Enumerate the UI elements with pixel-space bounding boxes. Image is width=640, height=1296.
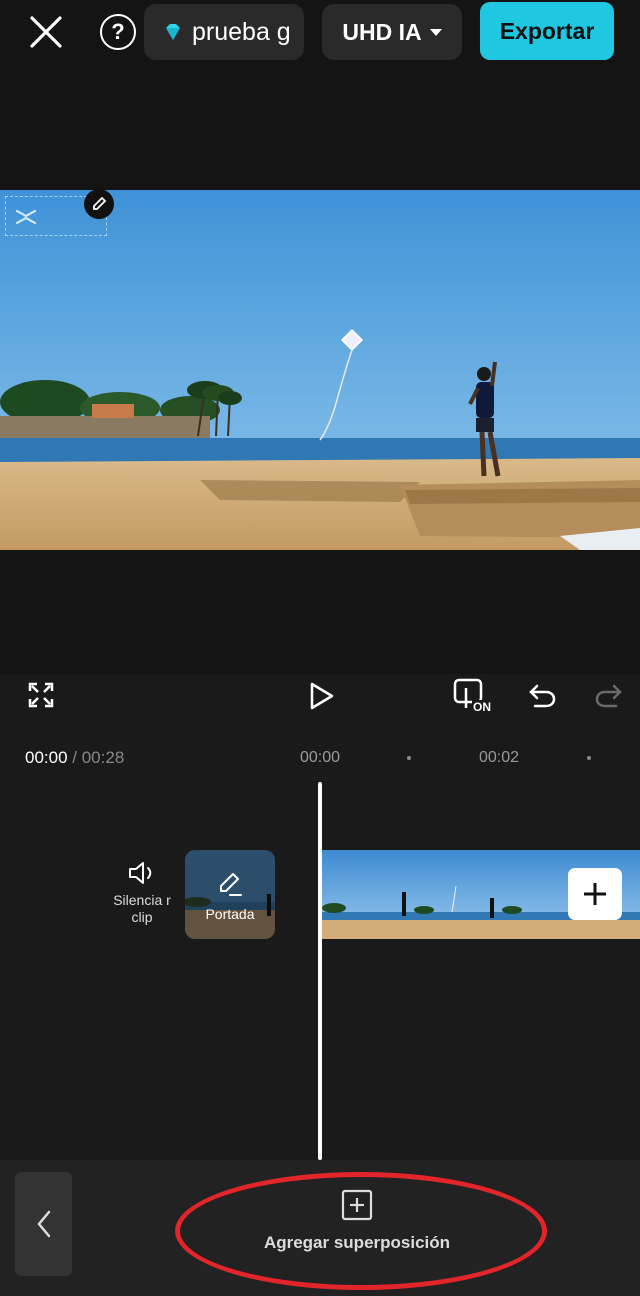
total-time: / 00:28	[72, 748, 125, 767]
play-button[interactable]	[305, 680, 337, 712]
back-button[interactable]	[15, 1172, 72, 1276]
chevron-left-icon	[36, 1210, 50, 1238]
add-clip-button[interactable]	[568, 868, 622, 920]
quality-label: UHD IA	[342, 18, 422, 45]
speaker-icon	[129, 862, 152, 884]
cover-label: Portada	[205, 906, 255, 922]
help-button[interactable]: ?	[100, 14, 136, 50]
play-icon	[310, 682, 334, 710]
time-display: 00:00 / 00:28	[25, 748, 124, 768]
pencil-icon	[93, 196, 107, 210]
fullscreen-icon	[28, 682, 54, 708]
caret-down-icon	[429, 28, 442, 36]
ruler-label-0: 00:00	[300, 749, 341, 766]
clip-frame	[410, 850, 498, 939]
close-button[interactable]	[26, 12, 66, 52]
quality-dropdown[interactable]: UHD IA	[322, 4, 462, 60]
captions-on-badge: ON	[472, 700, 492, 714]
captions-toggle[interactable]: ON	[452, 676, 494, 716]
capcut-logo-icon	[15, 209, 37, 225]
fullscreen-button[interactable]	[26, 680, 56, 710]
export-button[interactable]: Exportar	[480, 2, 614, 60]
undo-button[interactable]	[527, 680, 559, 712]
redo-button[interactable]	[592, 680, 624, 712]
mute-clip-label: Silencia r clip	[113, 892, 171, 925]
export-label: Exportar	[499, 17, 595, 44]
ruler-tick	[407, 756, 411, 760]
ruler-label-1: 00:02	[479, 749, 520, 766]
pencil-icon	[220, 873, 242, 896]
gem-icon	[166, 24, 180, 40]
plus-icon	[584, 883, 606, 905]
video-preview[interactable]	[0, 190, 640, 550]
mute-clip-button[interactable]: Silencia r clip	[108, 860, 176, 940]
beach-scene-image	[0, 190, 640, 550]
project-name: prueba g	[192, 17, 291, 46]
redo-icon	[595, 684, 622, 708]
red-highlight-circle	[175, 1172, 547, 1290]
help-icon: ?	[111, 19, 125, 44]
clip-frame	[322, 850, 410, 939]
project-name-chip[interactable]: prueba g	[144, 4, 304, 60]
edit-watermark-button[interactable]	[84, 189, 114, 219]
undo-icon	[529, 684, 556, 708]
cover-button[interactable]: Portada	[185, 850, 275, 939]
playhead[interactable]	[318, 782, 322, 1160]
ruler-tick	[587, 756, 591, 760]
close-icon	[30, 16, 62, 48]
current-time: 00:00	[25, 748, 68, 767]
